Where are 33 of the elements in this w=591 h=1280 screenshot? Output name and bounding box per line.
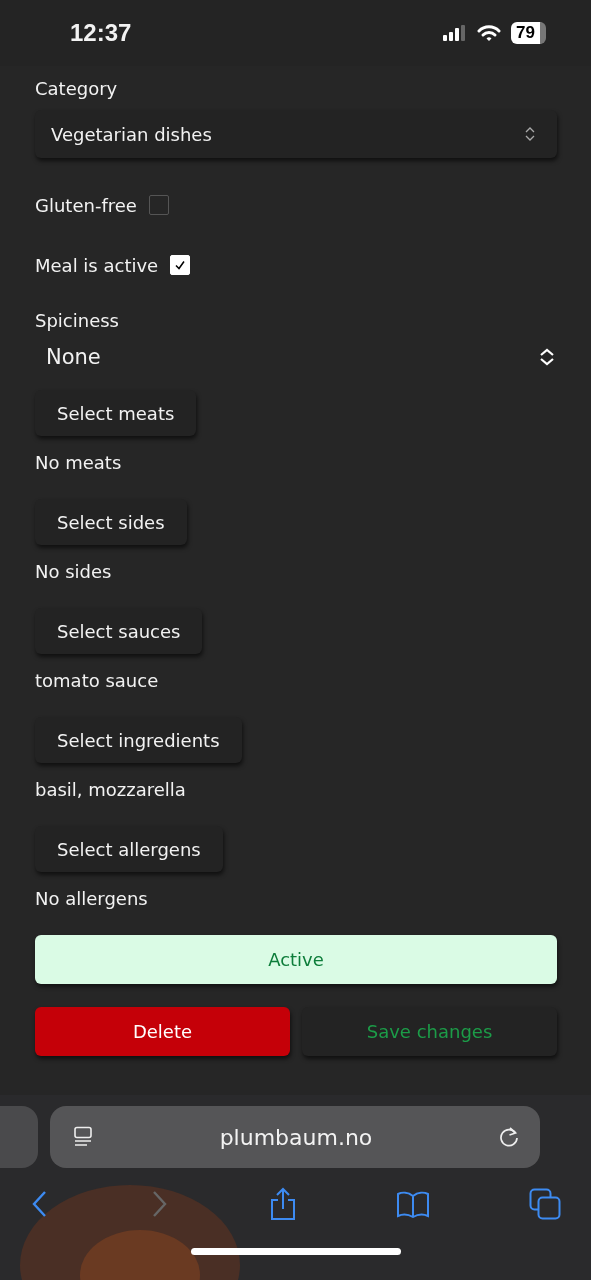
select-button[interactable]: Select sides xyxy=(35,499,187,545)
reader-icon xyxy=(72,1126,94,1148)
select-button[interactable]: Select sauces xyxy=(35,608,203,654)
check-icon xyxy=(174,259,187,271)
selection-text: basil, mozzarella xyxy=(35,778,186,802)
selection-text: No meats xyxy=(35,451,122,475)
updown-icon xyxy=(539,348,555,366)
select-button[interactable]: Select ingredients xyxy=(35,717,242,763)
signal-icon xyxy=(443,25,468,41)
select-button[interactable]: Select allergens xyxy=(35,826,223,872)
field-label: Spiciness xyxy=(35,309,119,333)
wifi-icon xyxy=(477,24,502,42)
active-toggle-button[interactable]: Active xyxy=(35,935,557,984)
checkbox-label: Gluten-free xyxy=(35,194,137,216)
selection-text: No allergens xyxy=(35,887,148,911)
book-icon[interactable] xyxy=(395,1190,430,1218)
reload-icon xyxy=(498,1126,520,1148)
address-bar[interactable]: plumbaum.no xyxy=(50,1106,540,1168)
tabs-icon[interactable] xyxy=(529,1188,561,1220)
save-button[interactable]: Save changes xyxy=(302,1007,557,1056)
field-label: Category xyxy=(35,77,118,101)
checkbox-label: Meal is active xyxy=(35,254,159,276)
delete-button[interactable]: Delete xyxy=(35,1007,290,1056)
selection-text: No sides xyxy=(35,560,112,584)
checkbox[interactable] xyxy=(148,195,169,215)
share-icon[interactable] xyxy=(268,1187,297,1221)
select-button[interactable]: Select meats xyxy=(35,390,197,436)
clock-time: 12:37 xyxy=(70,19,132,47)
category-select[interactable]: Vegetarian dishes xyxy=(35,110,557,158)
spiciness-select[interactable]: None xyxy=(35,334,557,380)
selection-text: tomato sauce xyxy=(35,669,159,693)
updown-icon xyxy=(525,126,535,142)
battery-level: 79 xyxy=(511,22,546,44)
